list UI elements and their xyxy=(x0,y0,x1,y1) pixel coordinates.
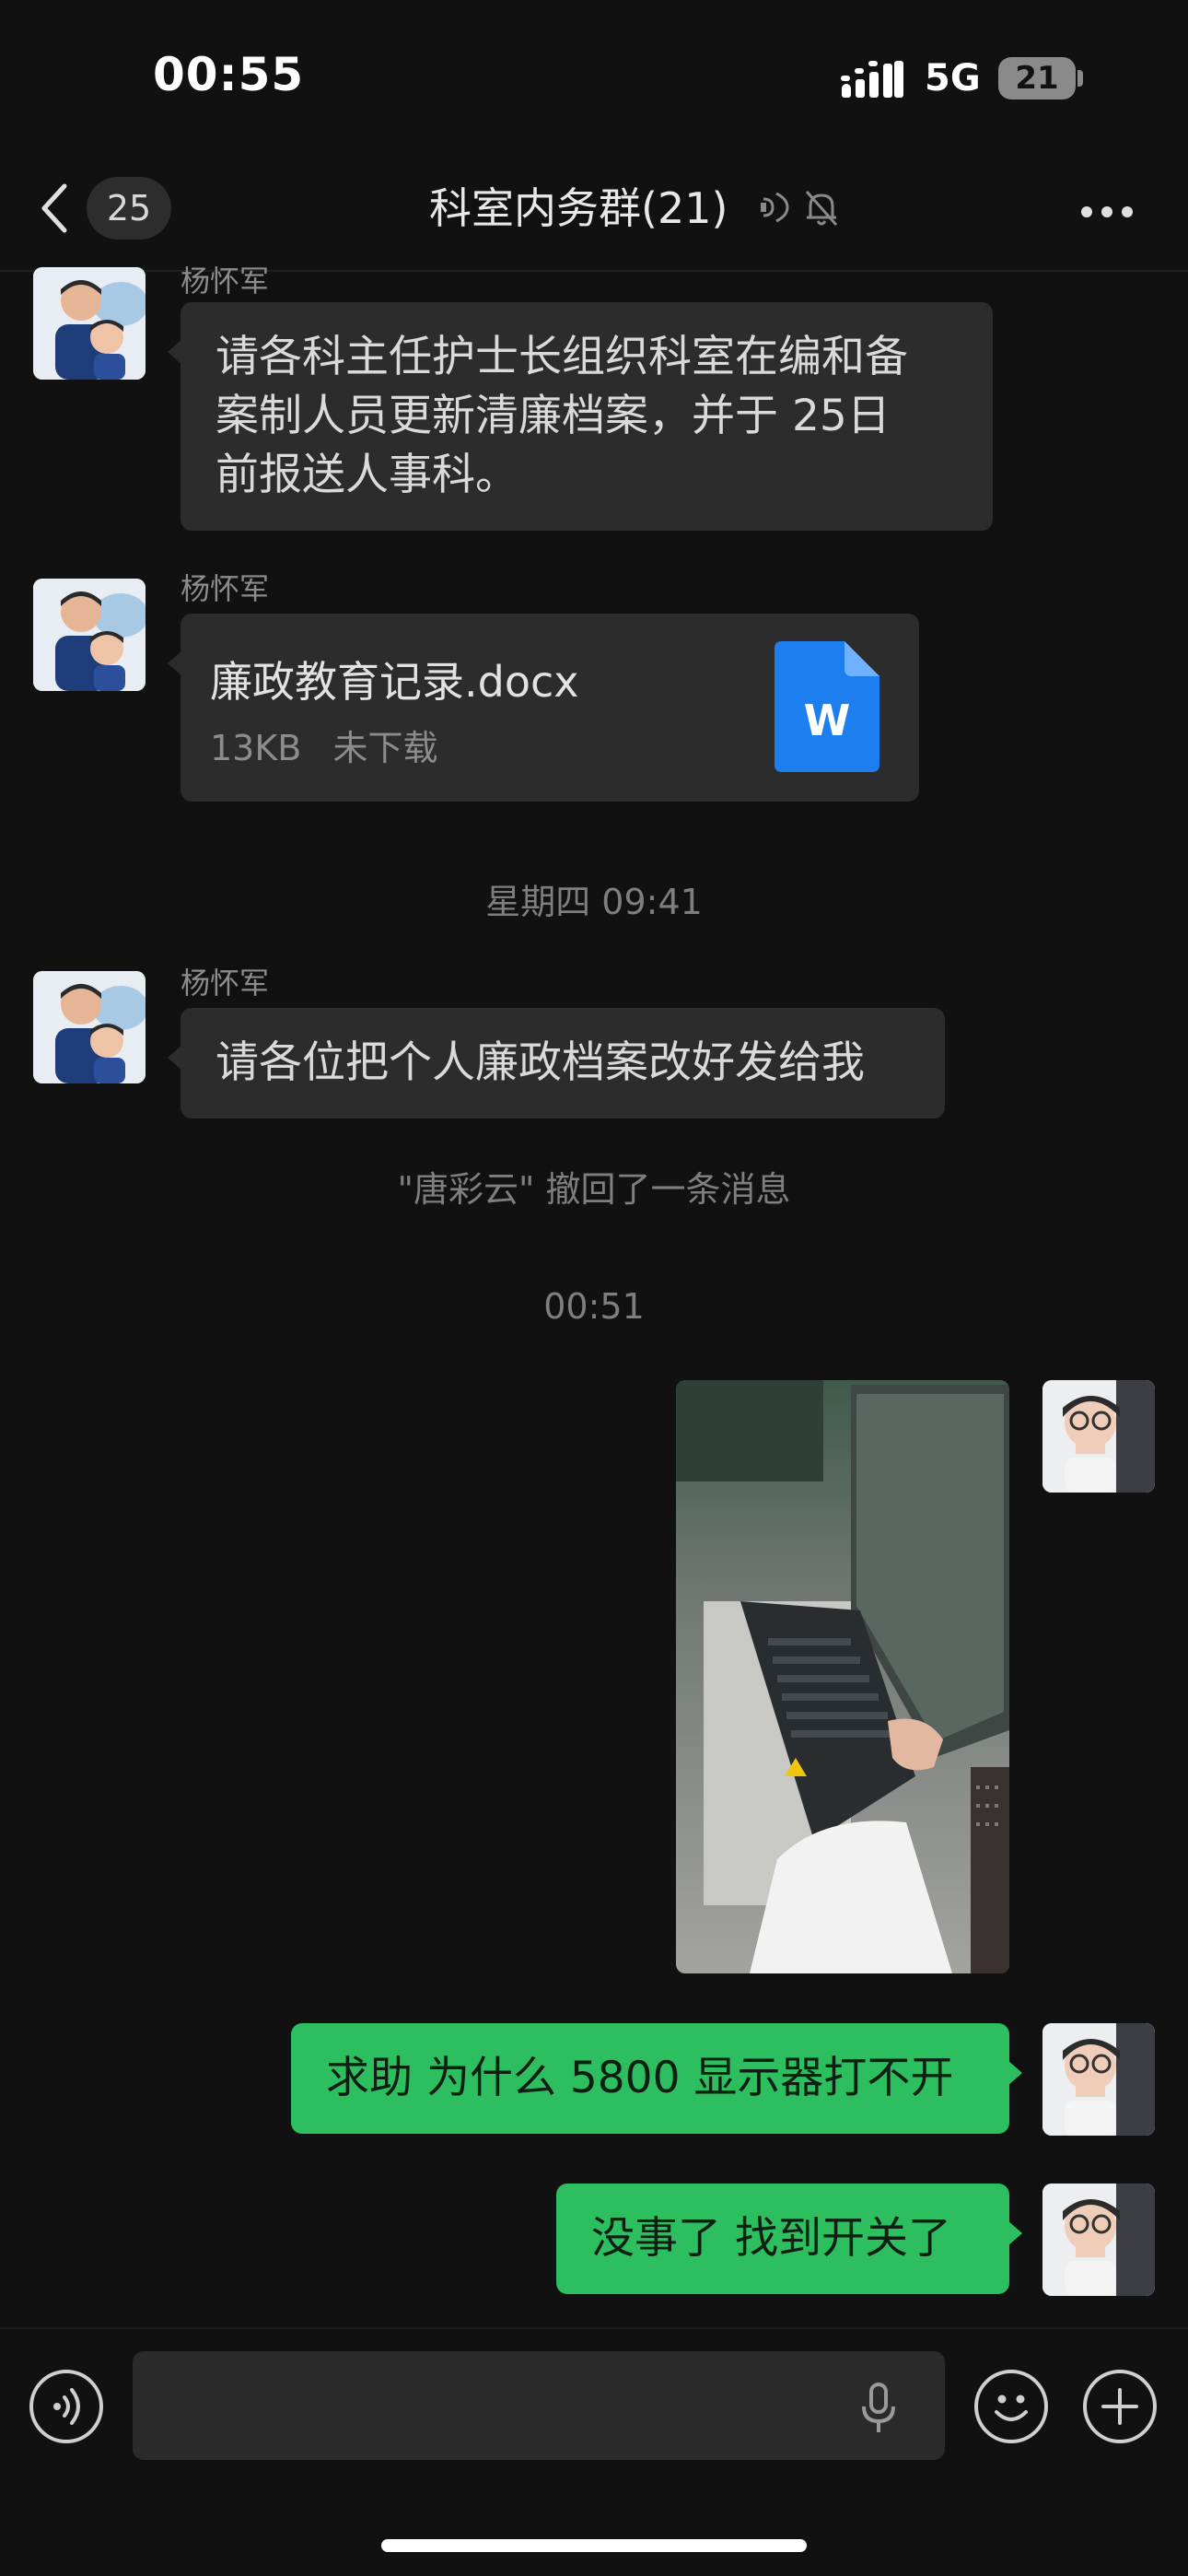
message-input[interactable] xyxy=(133,2351,945,2460)
earpiece-mode-icon xyxy=(761,192,789,223)
voice-mode-button[interactable] xyxy=(29,2370,103,2443)
message-bubble[interactable]: 请各科主任护士长组织科室在编和备 案制人员更新清廉档案，并于 25日 前报送人事… xyxy=(168,302,993,531)
nav-divider xyxy=(0,270,1188,272)
file-message-card[interactable]: 廉政教育记录.docx 13KB 未下载 W xyxy=(168,614,919,802)
battery-icon: 21 xyxy=(998,57,1076,100)
battery-nub xyxy=(1077,70,1083,87)
more-icon[interactable] xyxy=(1079,193,1135,230)
chat-timestamp: 星期四 09:41 xyxy=(485,882,703,922)
sender-name: 杨怀军 xyxy=(181,263,270,299)
microphone-icon[interactable] xyxy=(860,2383,897,2434)
chat-title: 科室内务群(21) xyxy=(429,183,728,233)
file-icon-letter: W xyxy=(803,696,851,745)
more-functions-button[interactable] xyxy=(1083,2370,1157,2443)
voice-icon xyxy=(53,2388,80,2425)
emoji-button[interactable] xyxy=(974,2370,1048,2443)
home-indicator[interactable] xyxy=(381,2539,807,2552)
file-name: 廉政教育记录.docx xyxy=(210,657,579,707)
sender-name: 杨怀军 xyxy=(181,571,270,606)
sender-name: 杨怀军 xyxy=(181,966,270,1001)
file-size: 13KB xyxy=(210,728,302,768)
self-avatar[interactable] xyxy=(1042,1380,1155,1493)
network-type: 5G xyxy=(925,57,981,100)
emoji-icon xyxy=(995,2395,1028,2421)
image-message[interactable] xyxy=(676,1380,1009,1973)
sender-avatar[interactable] xyxy=(33,579,146,691)
status-time: 00:55 xyxy=(153,48,305,101)
message-bubble[interactable]: 请各位把个人廉政档案改好发给我 xyxy=(168,1008,945,1118)
self-avatar[interactable] xyxy=(1042,2184,1155,2296)
message-text: 请各位把个人廉政档案改好发给我 xyxy=(215,1037,865,1088)
self-message-bubble[interactable]: 没事了 找到开关了 xyxy=(556,2184,1022,2294)
message-line: 请各科主任护士长组织科室在编和备 xyxy=(215,332,908,382)
file-meta: 13KB 未下载 xyxy=(210,719,437,778)
self-message-bubble[interactable]: 求助 为什么 5800 显示器打不开 xyxy=(291,2023,1022,2134)
word-file-icon: W xyxy=(775,641,879,772)
recall-notice: "唐彩云" 撤回了一条消息 xyxy=(397,1169,791,1210)
plus-icon xyxy=(1101,2388,1138,2425)
battery-level: 21 xyxy=(1015,60,1059,97)
unread-count-badge[interactable]: 25 xyxy=(87,177,171,240)
back-chevron-icon[interactable] xyxy=(37,181,74,236)
message-line: 前报送人事科。 xyxy=(215,450,518,500)
message-line: 案制人员更新清廉档案，并于 25日 xyxy=(215,391,891,441)
sender-avatar[interactable] xyxy=(33,971,146,1083)
sender-avatar[interactable] xyxy=(33,267,146,380)
message-text: 没事了 找到开关了 xyxy=(591,2213,951,2264)
message-text: 求助 为什么 5800 显示器打不开 xyxy=(326,2053,954,2103)
signal-icon xyxy=(841,61,903,98)
file-status: 未下载 xyxy=(332,728,438,768)
chat-timestamp: 00:51 xyxy=(543,1286,645,1327)
mute-bell-icon xyxy=(805,191,838,226)
input-bar-divider xyxy=(0,2327,1188,2329)
self-avatar[interactable] xyxy=(1042,2023,1155,2136)
